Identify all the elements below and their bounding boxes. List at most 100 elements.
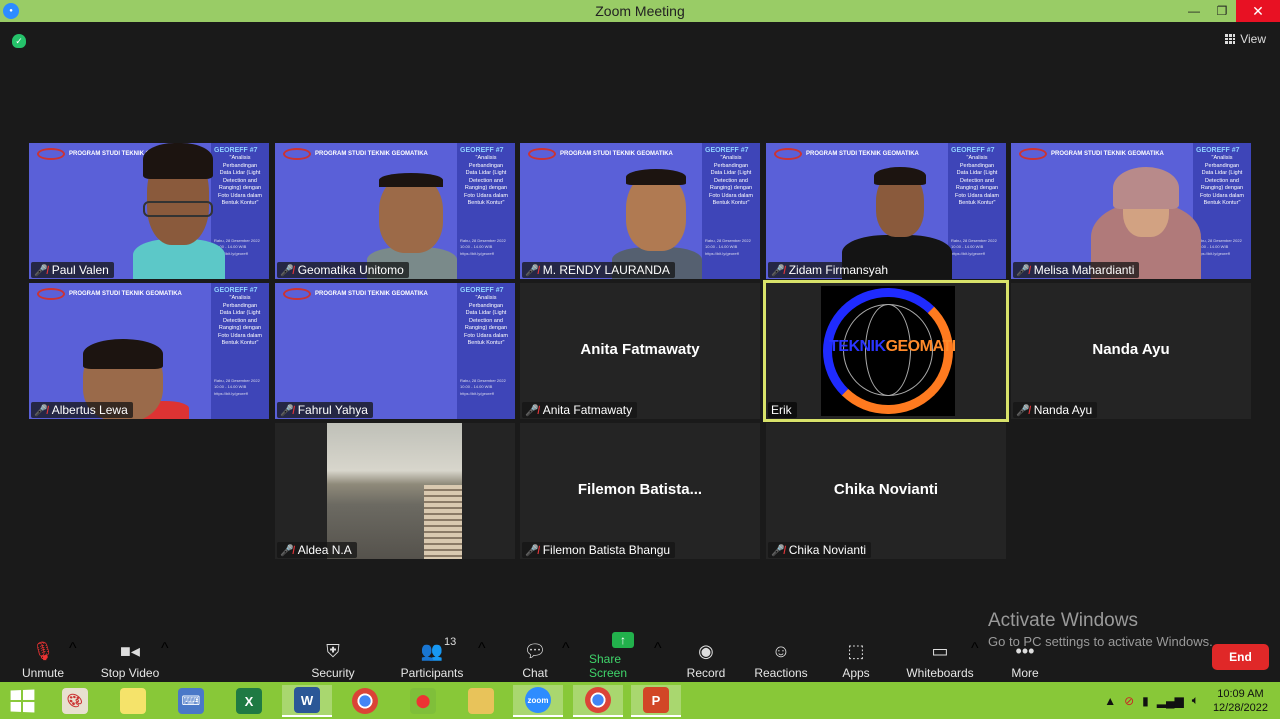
participant-tile[interactable]: PROGRAM STUDI TEKNIK GEOMATIKA GEOREFF #… (766, 143, 1006, 279)
participant-display-name: Filemon Batista... (577, 481, 703, 498)
battery-icon[interactable]: ▮ (1142, 694, 1149, 708)
whiteboards-options-caret[interactable]: ^ (971, 640, 979, 658)
close-button[interactable]: ✕ (1236, 0, 1280, 22)
city-skyline-video (327, 423, 462, 559)
participant-tile[interactable]: 🎤̸ Aldea N.A (275, 423, 515, 559)
taskbar-word[interactable]: W (282, 685, 332, 717)
muted-mic-icon: 🎤̸ (771, 264, 785, 277)
participant-name-label: 🎤̸ Paul Valen (31, 262, 114, 278)
participant-tile[interactable]: Nanda Ayu 🎤̸ Nanda Ayu (1011, 283, 1251, 419)
audio-options-caret[interactable]: ^ (69, 640, 77, 658)
muted-microphone-icon: 🎙︎ (31, 640, 55, 661)
participant-tile[interactable]: Chika Novianti 🎤̸ Chika Novianti (766, 423, 1006, 559)
participant-name-label: 🎤̸ Geomatika Unitomo (277, 262, 409, 278)
share-screen-button[interactable]: ↑ Share Screen (589, 632, 657, 680)
participant-name-label: 🎤̸ Aldea N.A (277, 542, 357, 558)
muted-mic-icon: 🎤̸ (1016, 264, 1030, 277)
zoom-app-icon: ● (3, 3, 19, 19)
security-shield-icon[interactable]: ✓ (12, 34, 26, 48)
participant-display-name: Anita Fatmawaty (580, 341, 700, 358)
taskbar-sticky-notes[interactable] (108, 685, 158, 717)
participant-display-name: Chika Novianti (833, 481, 939, 498)
shared-slide-background: PROGRAM STUDI TEKNIK GEOMATIKA GEOREFF #… (275, 283, 515, 419)
participant-video (69, 283, 199, 419)
taskbar-chrome-2[interactable] (573, 685, 623, 717)
system-clock[interactable]: 10:09 AM 12/28/2022 (1213, 687, 1268, 715)
title-bar: ● Zoom Meeting — ❐ ✕ (0, 0, 1280, 22)
university-logo-icon (283, 148, 311, 160)
university-logo-icon (1019, 148, 1047, 160)
taskbar-zoom[interactable]: zoom (513, 685, 563, 717)
video-options-caret[interactable]: ^ (161, 640, 169, 658)
window-title: Zoom Meeting (595, 3, 685, 19)
show-hidden-icons-icon[interactable]: ▲ (1104, 694, 1116, 708)
emoji-plus-icon: ☺︎ (771, 640, 791, 661)
no-sound-icon[interactable]: ⊘ (1124, 694, 1134, 708)
volume-icon[interactable]: 🔈︎ (1192, 693, 1199, 708)
participant-tile[interactable]: PROGRAM STUDI TEKNIK GEOMATIKA GEOREFF #… (29, 143, 269, 279)
apps-button[interactable]: ⬚ Apps (840, 636, 872, 681)
whiteboards-button[interactable]: ▭ Whiteboards (906, 636, 974, 681)
view-button-label: View (1240, 32, 1266, 46)
participant-name-label: 🎤̸ Chika Novianti (768, 542, 872, 558)
meeting-stage: ✓ View PROGRAM STUDI TEKNIK GEOMATIKA GE… (0, 22, 1280, 630)
chat-button[interactable]: 💬︎ Chat (520, 636, 550, 681)
chat-options-caret[interactable]: ^ (562, 640, 570, 658)
people-icon: 👥 13 (420, 636, 457, 661)
muted-mic-icon: 🎤̸ (525, 404, 539, 417)
windows-start-icon[interactable] (10, 689, 35, 713)
participant-tile[interactable]: Anita Fatmawaty 🎤̸ Anita Fatmawaty (520, 283, 760, 419)
participants-button[interactable]: 👥 13 Participants (401, 636, 464, 680)
taskbar-file-explorer[interactable] (456, 685, 506, 717)
grid-icon (1225, 34, 1236, 44)
university-logo-icon (528, 148, 556, 160)
participant-video (1091, 143, 1201, 279)
participant-name-label: 🎤̸ Anita Fatmawaty (522, 402, 638, 418)
sticky-notes-icon (120, 688, 146, 714)
share-options-caret[interactable]: ^ (654, 640, 662, 658)
muted-mic-icon: 🎤̸ (34, 264, 48, 277)
record-icon: ◉ (698, 640, 714, 661)
signal-bars-icon[interactable]: ▂▄▆ (1157, 694, 1184, 708)
participants-options-caret[interactable]: ^ (478, 640, 486, 658)
participant-name-label: 🎤̸ Filemon Batista Bhangu (522, 542, 676, 558)
word-icon: W (294, 687, 320, 713)
view-button[interactable]: View (1225, 32, 1266, 46)
taskbar-powerpoint[interactable]: P (631, 685, 681, 717)
zoom-icon: zoom (525, 687, 551, 713)
stop-video-button[interactable]: ■◂ Stop Video (100, 636, 160, 681)
participant-tile[interactable]: PROGRAM STUDI TEKNIK GEOMATIKA GEOREFF #… (275, 283, 515, 419)
taskbar-maps[interactable]: ⬤ (398, 685, 448, 717)
record-button[interactable]: ◉ Record (686, 636, 726, 681)
participant-tile[interactable]: PROGRAM STUDI TEKNIK GEOMATIKA GEOREFF #… (275, 143, 515, 279)
muted-mic-icon: 🎤̸ (525, 264, 539, 277)
participant-tile[interactable]: PROGRAM STUDI TEKNIK GEOMATIKA GEOREFF #… (1011, 143, 1251, 279)
security-button[interactable]: ⛨ Security (311, 636, 355, 681)
active-speaker-tile[interactable]: TEKNIKGEOMATIKA Erik (763, 280, 1009, 422)
chrome-icon (585, 687, 611, 713)
participant-tile[interactable]: PROGRAM STUDI TEKNIK GEOMATIKA GEOREFF #… (520, 143, 760, 279)
participant-name-label: 🎤̸ M. RENDY LAURANDA (522, 262, 675, 278)
taskbar-paint[interactable]: 🎨︎ (50, 685, 100, 717)
taskbar-on-screen-keyboard[interactable]: ⌨ (166, 685, 216, 717)
participant-video (842, 143, 952, 279)
restore-button[interactable]: ❐ (1208, 0, 1236, 22)
participant-video (367, 143, 457, 279)
reactions-button[interactable]: ☺︎ Reactions (754, 636, 807, 681)
participants-count: 13 (444, 636, 457, 648)
share-screen-icon: ↑ (611, 632, 635, 648)
end-meeting-button[interactable]: End (1212, 644, 1269, 670)
taskbar-excel[interactable]: X (224, 685, 274, 717)
muted-mic-icon: 🎤̸ (280, 264, 294, 277)
participant-tile[interactable]: PROGRAM STUDI TEKNIK GEOMATIKA GEOREFF #… (29, 283, 269, 419)
whiteboard-icon: ▭ (931, 640, 949, 661)
participant-name-label: Erik (768, 402, 797, 418)
unmute-button[interactable]: 🎙︎ Unmute (22, 636, 64, 681)
minimize-button[interactable]: — (1180, 0, 1208, 22)
shield-icon: ⛨ (326, 640, 340, 661)
muted-mic-icon: 🎤̸ (1016, 404, 1030, 417)
paint-palette-icon: 🎨︎ (62, 688, 88, 714)
folder-icon (468, 688, 494, 714)
participant-tile[interactable]: Filemon Batista... 🎤̸ Filemon Batista Bha… (520, 423, 760, 559)
taskbar-chrome[interactable] (340, 685, 390, 717)
